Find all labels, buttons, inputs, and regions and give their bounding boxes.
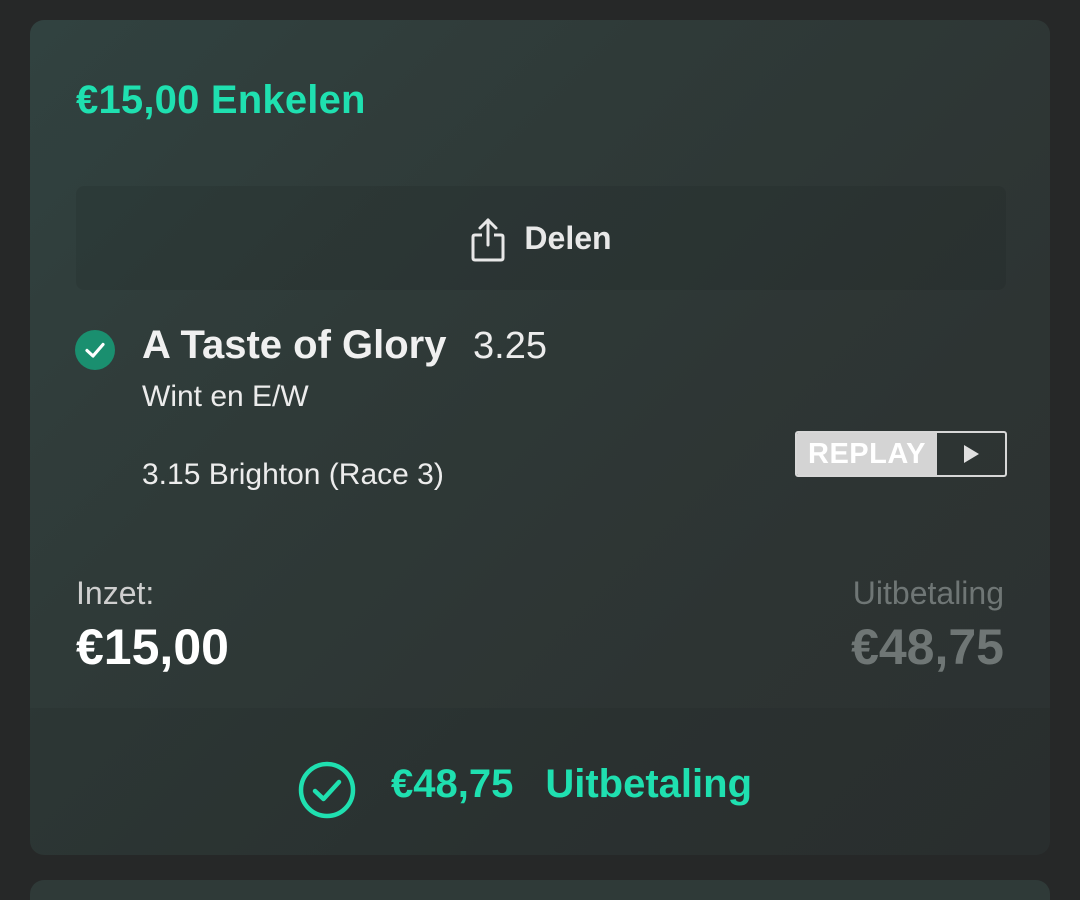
replay-label: REPLAY [797, 433, 937, 475]
won-check-icon [75, 330, 115, 370]
selection-odds: 3.25 [473, 325, 547, 367]
event-name: 3.15 Brighton (Race 3) [142, 458, 444, 491]
check-circle-outline-icon [298, 761, 356, 819]
next-bet-card [30, 880, 1050, 900]
stake-value: €15,00 [76, 619, 229, 675]
footer-payout-amount: €48,75 [391, 761, 514, 806]
replay-button[interactable]: REPLAY [795, 431, 1007, 477]
share-button[interactable]: Delen [76, 186, 1006, 290]
share-icon [471, 218, 505, 262]
selection-name: A Taste of Glory [142, 323, 447, 367]
bet-title: €15,00 Enkelen [76, 78, 366, 122]
play-icon [937, 433, 1005, 475]
payout-label: Uitbetaling [852, 575, 1004, 611]
payout-value: €48,75 [851, 619, 1004, 675]
footer-payout-text: Uitbetaling [545, 761, 753, 806]
bet-card: €15,00 Enkelen Delen A Taste of Glory 3.… [30, 20, 1050, 855]
market-type: Wint en E/W [142, 380, 309, 413]
share-label: Delen [524, 219, 612, 256]
payout-footer: €48,75 Uitbetaling [30, 708, 1050, 855]
stake-label: Inzet: [76, 575, 155, 611]
